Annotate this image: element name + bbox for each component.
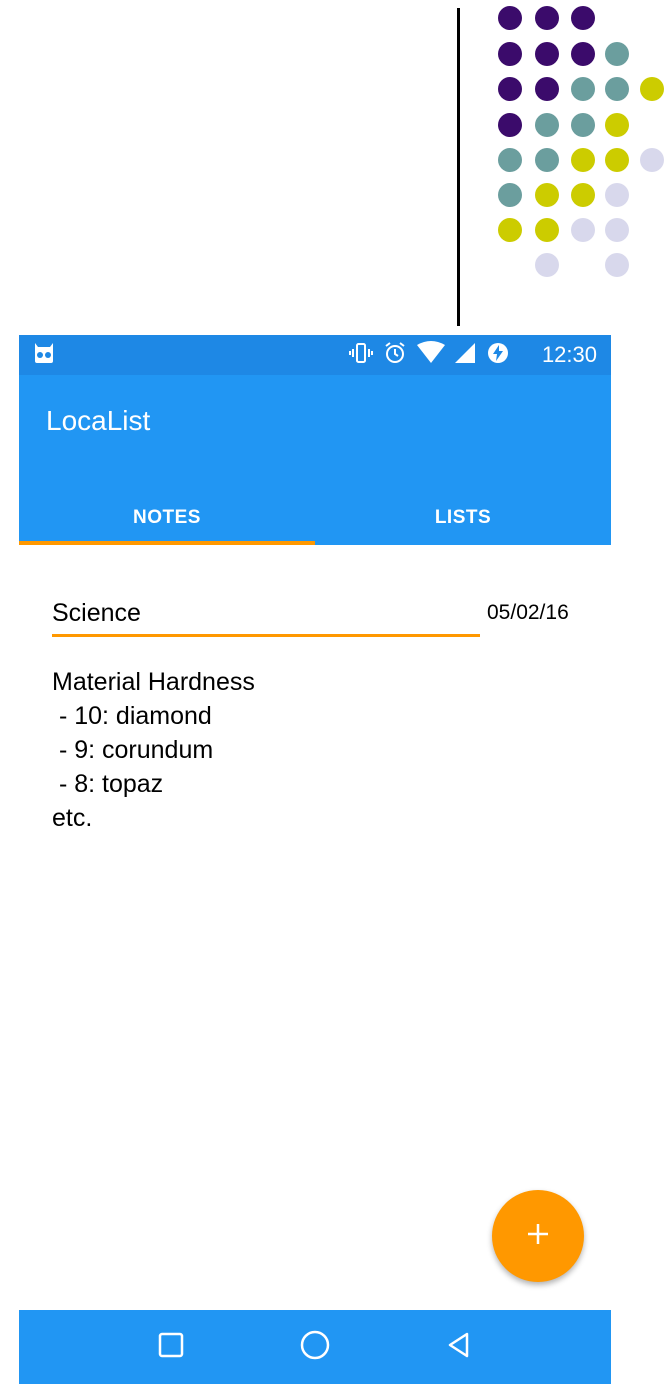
- decorative-dot: [571, 148, 595, 172]
- decorative-dot: [535, 218, 559, 242]
- back-button[interactable]: [439, 1327, 479, 1367]
- decorative-dot: [498, 148, 522, 172]
- status-clock: 12:30: [541, 342, 597, 367]
- tab-bar: NOTES LISTS: [19, 490, 611, 545]
- decorative-dot: [498, 77, 522, 101]
- decorative-dot: [571, 113, 595, 137]
- status-bar: 12:30: [19, 335, 611, 375]
- decorative-dot: [640, 148, 664, 172]
- decorative-dot: [605, 148, 629, 172]
- decorative-dot: [498, 218, 522, 242]
- decorative-dot: [640, 77, 664, 101]
- decorative-dot: [535, 77, 559, 101]
- note-date: 05/02/16: [487, 601, 569, 624]
- battery-charging-icon: [485, 341, 511, 370]
- android-debug-icon: [31, 341, 57, 370]
- decorative-dot: [571, 42, 595, 66]
- app-bar: LocaList NOTES LISTS: [19, 375, 611, 545]
- decorative-dot: [605, 183, 629, 207]
- navigation-bar: [19, 1310, 611, 1384]
- home-button[interactable]: [295, 1327, 335, 1367]
- plus-icon: [526, 1222, 550, 1251]
- phone-screen: 12:30 LocaList NOTES LISTS 05/02/16 Mate…: [19, 335, 611, 1384]
- alarm-icon: [383, 341, 407, 370]
- decorative-dot: [605, 42, 629, 66]
- decorative-dot: [498, 6, 522, 30]
- decorative-dot: [571, 183, 595, 207]
- status-icons: [349, 340, 511, 370]
- recents-button[interactable]: [151, 1327, 191, 1367]
- decorative-dot: [571, 77, 595, 101]
- add-note-button[interactable]: [492, 1190, 584, 1282]
- tab-notes-label: NOTES: [133, 506, 201, 528]
- note-body-input[interactable]: Material Hardness - 10: diamond - 9: cor…: [52, 665, 582, 965]
- decorative-dot: [498, 113, 522, 137]
- decorative-dot: [535, 253, 559, 277]
- decorative-dot: [605, 77, 629, 101]
- tab-lists[interactable]: LISTS: [315, 490, 611, 545]
- signal-icon: [455, 341, 475, 370]
- home-circle-icon: [299, 1329, 331, 1366]
- decorative-dot: [571, 6, 595, 30]
- recents-square-icon: [157, 1331, 185, 1364]
- decorative-dot: [605, 253, 629, 277]
- decorative-dot: [571, 218, 595, 242]
- decorative-dot: [535, 42, 559, 66]
- decorative-dot: [535, 183, 559, 207]
- wifi-icon: [417, 340, 445, 370]
- decorative-dot: [535, 6, 559, 30]
- decorative-dot: [498, 42, 522, 66]
- vibrate-icon: [349, 341, 373, 370]
- decorative-dot: [605, 113, 629, 137]
- decorative-dot: [535, 148, 559, 172]
- back-triangle-icon: [445, 1331, 473, 1364]
- decorative-dot: [498, 183, 522, 207]
- decorative-dot: [535, 113, 559, 137]
- app-title: LocaList: [46, 405, 151, 436]
- note-title-input[interactable]: [52, 593, 480, 637]
- decorative-dot: [605, 218, 629, 242]
- tab-notes[interactable]: NOTES: [19, 490, 315, 545]
- decorative-divider-line: [457, 8, 460, 326]
- tab-lists-label: LISTS: [434, 506, 492, 528]
